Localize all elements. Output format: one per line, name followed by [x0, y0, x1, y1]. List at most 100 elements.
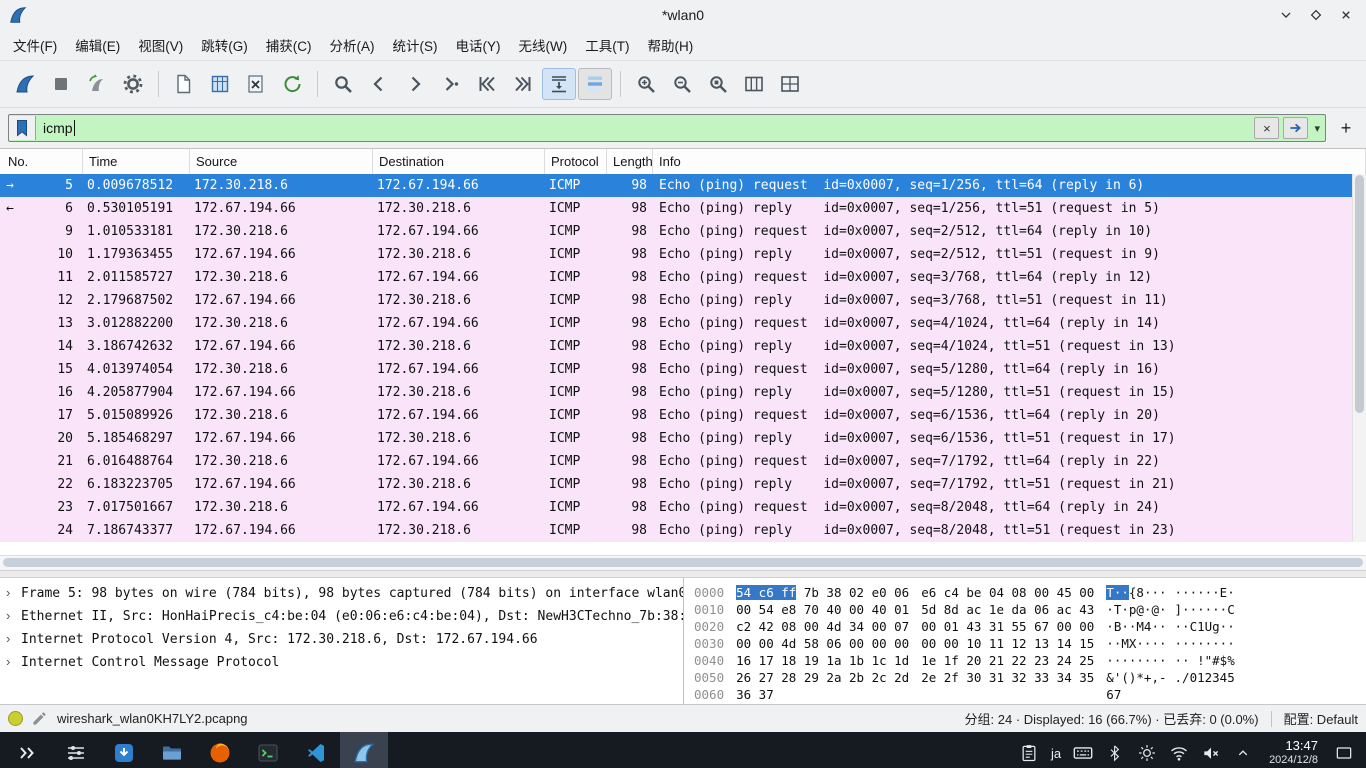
go-first-packet-button[interactable] — [470, 68, 504, 100]
pane-splitter[interactable] — [0, 570, 1366, 578]
vertical-scrollbar[interactable] — [1352, 174, 1366, 542]
packet-row[interactable]: 12 2.179687502 172.67.194.66 172.30.218.… — [0, 289, 1366, 312]
close-file-button[interactable] — [239, 68, 273, 100]
menu-item[interactable]: 跳转(G) — [192, 31, 257, 59]
find-packet-button[interactable] — [326, 68, 360, 100]
display-filter-input[interactable]: icmp × ▾ — [8, 114, 1326, 142]
menu-item[interactable]: 编辑(E) — [66, 31, 129, 59]
file-manager-button[interactable] — [148, 732, 196, 768]
vscode-button[interactable] — [292, 732, 340, 768]
app-launcher-button[interactable] — [4, 732, 52, 768]
column-header-length[interactable]: Length — [607, 149, 653, 174]
column-header-protocol[interactable]: Protocol — [545, 149, 607, 174]
menu-item[interactable]: 文件(F) — [4, 31, 66, 59]
reload-file-button[interactable] — [275, 68, 309, 100]
auto-scroll-toggle-button[interactable] — [542, 68, 576, 100]
filter-dropdown-chevron-icon[interactable]: ▾ — [1314, 122, 1320, 135]
go-last-packet-button[interactable] — [506, 68, 540, 100]
expert-info-icon[interactable] — [8, 711, 23, 726]
save-file-button[interactable] — [203, 68, 237, 100]
menu-item[interactable]: 捕获(C) — [257, 31, 321, 59]
add-filter-button[interactable]: + — [1334, 116, 1358, 140]
firefox-button[interactable] — [196, 732, 244, 768]
packet-row[interactable]: 17 5.015089926 172.30.218.6 172.67.194.6… — [0, 404, 1366, 427]
packet-row[interactable]: 22 6.183223705 172.67.194.66 172.30.218.… — [0, 473, 1366, 496]
packet-row[interactable]: 13 3.012882200 172.30.218.6 172.67.194.6… — [0, 312, 1366, 335]
hex-row[interactable]: 005026 27 28 29 2a 2b 2c 2d2e 2f 30 31 3… — [694, 669, 1366, 686]
detail-line[interactable]: ›Ethernet II, Src: HonHaiPrecis_c4:be:04… — [0, 604, 683, 627]
hex-row[interactable]: 001000 54 e8 70 40 00 40 015d 8d ac 1e d… — [694, 601, 1366, 618]
volume-muted-icon[interactable] — [1197, 735, 1225, 768]
column-header-time[interactable]: Time — [83, 149, 190, 174]
clock[interactable]: 13:47 2024/12/8 — [1269, 738, 1318, 768]
go-to-packet-button[interactable] — [434, 68, 468, 100]
zoom-out-button[interactable] — [665, 68, 699, 100]
hex-row[interactable]: 003000 00 4d 58 06 00 00 0000 00 10 11 1… — [694, 635, 1366, 652]
packet-row[interactable]: 20 5.185468297 172.67.194.66 172.30.218.… — [0, 427, 1366, 450]
expander-icon[interactable]: › — [6, 581, 21, 604]
brightness-icon[interactable] — [1133, 735, 1161, 768]
close-button[interactable] — [1332, 3, 1360, 27]
settings-mixer-button[interactable] — [52, 732, 100, 768]
hex-row[interactable]: 0020c2 42 08 00 4d 34 00 0700 01 43 31 5… — [694, 618, 1366, 635]
expander-icon[interactable]: › — [6, 604, 21, 627]
go-back-button[interactable] — [362, 68, 396, 100]
column-header-no[interactable]: No. — [0, 149, 83, 174]
bluetooth-icon[interactable] — [1101, 735, 1129, 768]
capture-options-button[interactable] — [116, 68, 150, 100]
detail-line[interactable]: ›Internet Protocol Version 4, Src: 172.3… — [0, 627, 683, 650]
maximize-button[interactable] — [1302, 3, 1330, 27]
column-header-source[interactable]: Source — [190, 149, 373, 174]
packet-row[interactable]: 15 4.013974054 172.30.218.6 172.67.194.6… — [0, 358, 1366, 381]
menu-item[interactable]: 无线(W) — [510, 31, 577, 59]
zoom-in-button[interactable] — [629, 68, 663, 100]
menu-item[interactable]: 视图(V) — [129, 31, 192, 59]
expander-icon[interactable]: › — [6, 650, 21, 673]
packet-row[interactable]: 16 4.205877904 172.67.194.66 172.30.218.… — [0, 381, 1366, 404]
capture-comment-icon[interactable] — [31, 711, 47, 727]
start-capture-button[interactable] — [8, 68, 42, 100]
clipboard-icon[interactable] — [1015, 735, 1043, 768]
clear-filter-button[interactable]: × — [1254, 117, 1279, 139]
menu-item[interactable]: 电话(Y) — [447, 31, 510, 59]
minimize-button[interactable] — [1272, 3, 1300, 27]
packet-row[interactable]: 10 1.179363455 172.67.194.66 172.30.218.… — [0, 243, 1366, 266]
expander-icon[interactable]: › — [6, 627, 21, 650]
column-header-destination[interactable]: Destination — [373, 149, 545, 174]
menu-item[interactable]: 分析(A) — [321, 31, 384, 59]
horizontal-scrollbar[interactable] — [0, 555, 1366, 570]
hex-row[interactable]: 006036 37 67 — [694, 686, 1366, 703]
terminal-button[interactable] — [244, 732, 292, 768]
apply-filter-button[interactable] — [1283, 117, 1308, 139]
software-store-button[interactable] — [100, 732, 148, 768]
stop-capture-button[interactable] — [44, 68, 78, 100]
packet-row[interactable]: 21 6.016488764 172.30.218.6 172.67.194.6… — [0, 450, 1366, 473]
menu-item[interactable]: 帮助(H) — [638, 31, 702, 59]
packet-row[interactable]: 24 7.186743377 172.67.194.66 172.30.218.… — [0, 519, 1366, 542]
hex-row[interactable]: 004016 17 18 19 1a 1b 1c 1d1e 1f 20 21 2… — [694, 652, 1366, 669]
profile-selector[interactable]: 配置: Default — [1284, 709, 1358, 728]
zoom-original-button[interactable] — [701, 68, 735, 100]
column-header-info[interactable]: Info — [653, 149, 1366, 174]
horizontal-scrollbar-thumb[interactable] — [3, 558, 1363, 567]
resize-columns-button[interactable] — [737, 68, 771, 100]
tray-expand-chevron-icon[interactable] — [1229, 735, 1257, 768]
menu-item[interactable]: 统计(S) — [384, 31, 447, 59]
packet-row[interactable]: 14 3.186742632 172.67.194.66 172.30.218.… — [0, 335, 1366, 358]
detail-line[interactable]: ›Internet Control Message Protocol — [0, 650, 683, 673]
packet-row[interactable]: ←6 0.530105191 172.67.194.66 172.30.218.… — [0, 197, 1366, 220]
go-forward-button[interactable] — [398, 68, 432, 100]
vertical-scrollbar-thumb[interactable] — [1355, 175, 1364, 413]
restart-capture-button[interactable] — [80, 68, 114, 100]
hex-row[interactable]: 000054 c6 ff 7b 38 02 e0 06e6 c4 be 04 0… — [694, 584, 1366, 601]
wifi-icon[interactable] — [1165, 735, 1193, 768]
wireshark-taskbar-button[interactable] — [340, 732, 388, 768]
show-desktop-button[interactable] — [1330, 735, 1358, 768]
packet-row[interactable]: 11 2.011585727 172.30.218.6 172.67.194.6… — [0, 266, 1366, 289]
colorize-toggle-button[interactable] — [578, 68, 612, 100]
packet-row[interactable]: 23 7.017501667 172.30.218.6 172.67.194.6… — [0, 496, 1366, 519]
packet-row[interactable]: →5 0.009678512 172.30.218.6 172.67.194.6… — [0, 174, 1366, 197]
input-method-indicator[interactable]: ja — [1047, 746, 1065, 761]
keyboard-icon[interactable] — [1069, 735, 1097, 768]
open-file-button[interactable] — [167, 68, 201, 100]
